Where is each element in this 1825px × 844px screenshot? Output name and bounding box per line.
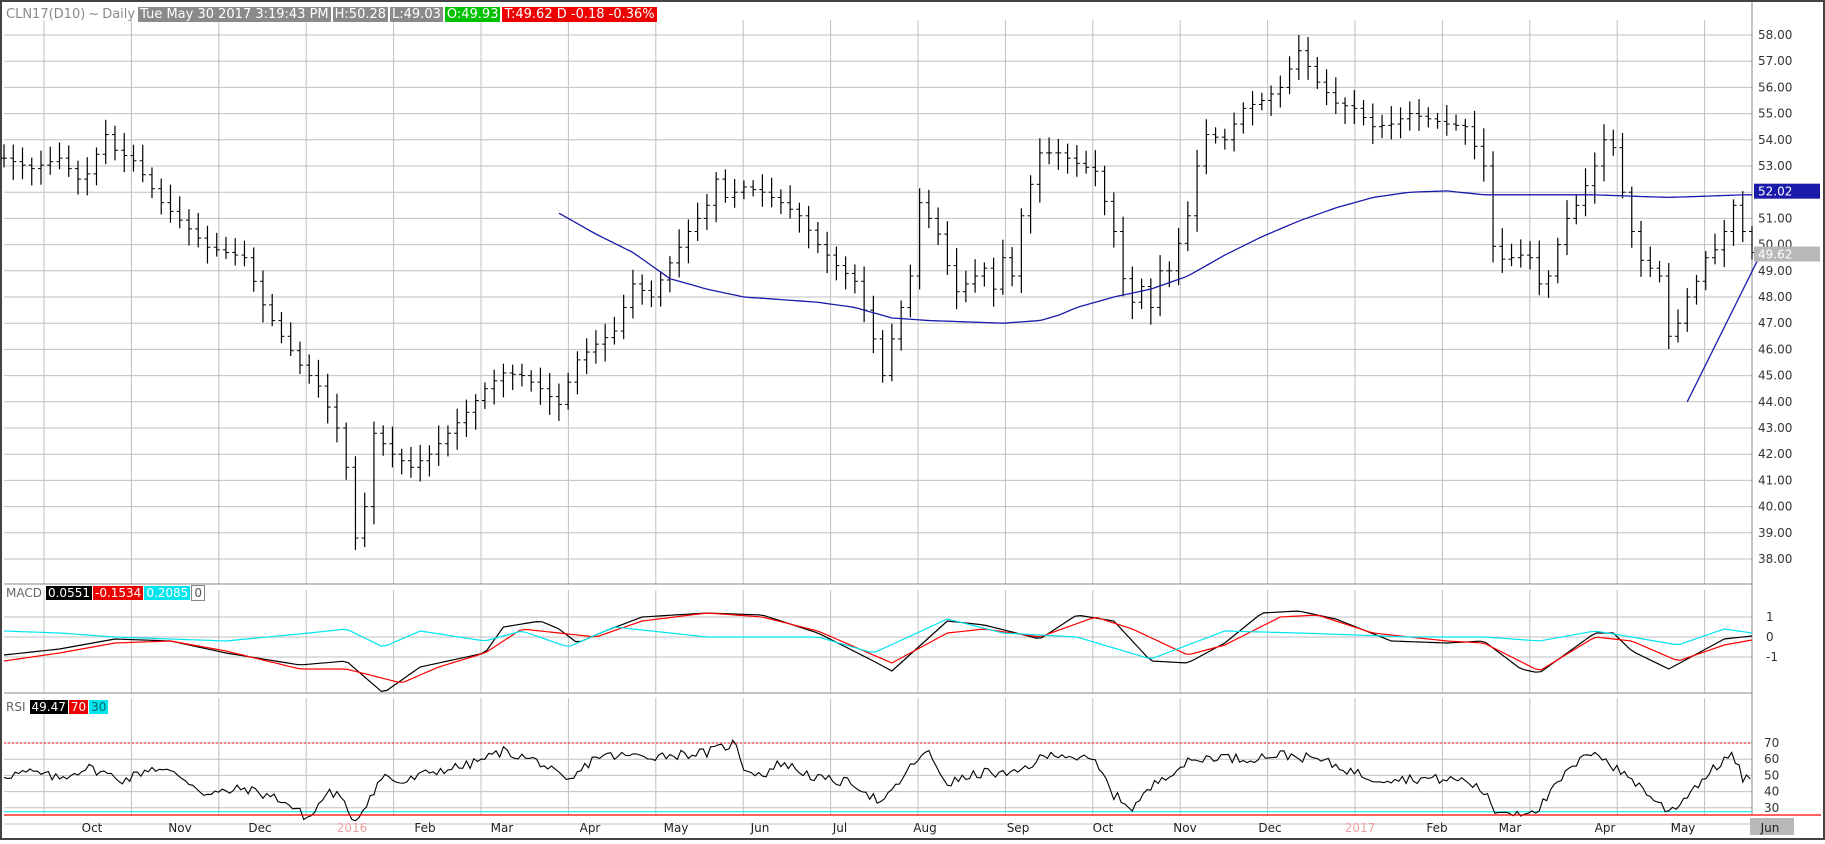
rsi-label: RSI	[6, 699, 26, 714]
last-value: T:49.62	[504, 6, 553, 22]
price-tick-label: 54.00	[1758, 133, 1792, 147]
price-tick-label: 56.00	[1758, 80, 1792, 94]
rsi-tick-label: 70	[1764, 736, 1779, 750]
x-tick-label: Mar	[1499, 821, 1522, 835]
signal-value-badge: -0.1534	[92, 585, 144, 600]
price-tick-label: 38.00	[1758, 552, 1792, 566]
price-tick-label: 57.00	[1758, 54, 1792, 68]
rsi-tick-label: 40	[1764, 785, 1779, 799]
x-tick-label: Mar	[491, 821, 514, 835]
last-price-badge-text: 49.62	[1758, 248, 1792, 262]
rsi-value-badge: 49.47	[29, 699, 68, 714]
direction-value: D	[556, 6, 567, 22]
x-tick-label: May	[664, 821, 689, 835]
price-tick-label: 55.00	[1758, 107, 1792, 121]
change-value: -0.18	[570, 6, 605, 22]
histogram-value-badge: 0.2085	[144, 585, 191, 600]
price-tick-label: 42.00	[1758, 447, 1792, 461]
open-badge: O:49.93	[444, 6, 501, 22]
macd-value-badge: 0.0551	[45, 585, 92, 600]
high-badge: H:50.28	[332, 6, 389, 22]
price-tick-label: 39.00	[1758, 526, 1792, 540]
rsi-tick-label: 30	[1764, 801, 1779, 815]
price-tick-label: 44.00	[1758, 395, 1792, 409]
x-tick-label: Oct	[82, 821, 103, 835]
x-tick-label: Jul	[832, 821, 847, 835]
macd-tick-label: 1	[1766, 610, 1774, 624]
quote-header: CLN17(D10) ~ Daily Tue May 30 2017 3:19:…	[6, 6, 659, 22]
price-tick-label: 41.00	[1758, 473, 1792, 487]
last-change-badge: T:49.62 D -0.18 -0.36%	[502, 6, 657, 22]
x-tick-label: Apr	[580, 821, 601, 835]
price-tick-label: 48.00	[1758, 290, 1792, 304]
macd-label: MACD	[6, 585, 42, 600]
chart-root: 38.00 39.00 40.00 41.00 42.00 43.00 44.00 45.00…	[0, 0, 1825, 840]
x-tick-label: Jun	[1760, 821, 1780, 835]
macd-tick-label: -1	[1766, 650, 1778, 664]
x-tick-label: Aug	[913, 821, 936, 835]
x-tick-label: Oct	[1093, 821, 1114, 835]
symbol-label: CLN17(D10)	[6, 6, 86, 22]
period-label: Daily	[102, 6, 136, 22]
chart-svg: 38.00 39.00 40.00 41.00 42.00 43.00 44.00 45.00…	[0, 0, 1825, 840]
x-tick-label: Nov	[1173, 821, 1196, 835]
x-tick-label: Feb	[1426, 821, 1447, 835]
price-tick-label: 49.00	[1758, 264, 1792, 278]
separator-label: ~	[88, 6, 100, 22]
price-tick-label: 51.00	[1758, 211, 1792, 225]
x-tick-label: Sep	[1007, 821, 1030, 835]
price-axis: 38.00 39.00 40.00 41.00 42.00 43.00 44.00 45.00…	[1758, 28, 1792, 566]
rsi-oversold-badge: 30	[89, 699, 109, 714]
rsi-overbought-badge: 70	[68, 699, 89, 714]
rsi-tick-label: 60	[1764, 752, 1779, 766]
price-tick-label: 53.00	[1758, 159, 1792, 173]
x-tick-label: Apr	[1595, 821, 1616, 835]
macd-extra-badge: 0	[191, 584, 205, 601]
rsi-legend: RSI 49.47 70 30	[6, 699, 109, 714]
x-tick-label: Feb	[414, 821, 435, 835]
ma-value-badge-text: 52.02	[1758, 185, 1792, 199]
low-badge: L:49.03	[390, 6, 443, 22]
price-tick-label: 43.00	[1758, 421, 1792, 435]
x-tick-label: Jun	[750, 821, 770, 835]
price-tick-label: 46.00	[1758, 342, 1792, 356]
datetime-badge: Tue May 30 2017 3:19:43 PM	[138, 6, 331, 22]
x-tick-label: Nov	[168, 821, 191, 835]
x-tick-label: 2017	[1345, 821, 1376, 835]
macd-legend: MACD 0.0551 -0.1534 0.2085 0	[6, 584, 206, 601]
x-tick-label: Dec	[248, 821, 271, 835]
price-tick-label: 45.00	[1758, 369, 1792, 383]
macd-tick-label: 0	[1766, 630, 1774, 644]
price-tick-label: 47.00	[1758, 316, 1792, 330]
rsi-tick-label: 50	[1764, 768, 1779, 782]
change-pct-value: -0.36%	[608, 6, 655, 22]
price-tick-label: 58.00	[1758, 28, 1792, 42]
price-tick-label: 40.00	[1758, 500, 1792, 514]
x-tick-label: Dec	[1258, 821, 1281, 835]
x-tick-label: 2016	[337, 821, 368, 835]
x-tick-label: May	[1671, 821, 1696, 835]
chart-background	[0, 0, 1825, 840]
